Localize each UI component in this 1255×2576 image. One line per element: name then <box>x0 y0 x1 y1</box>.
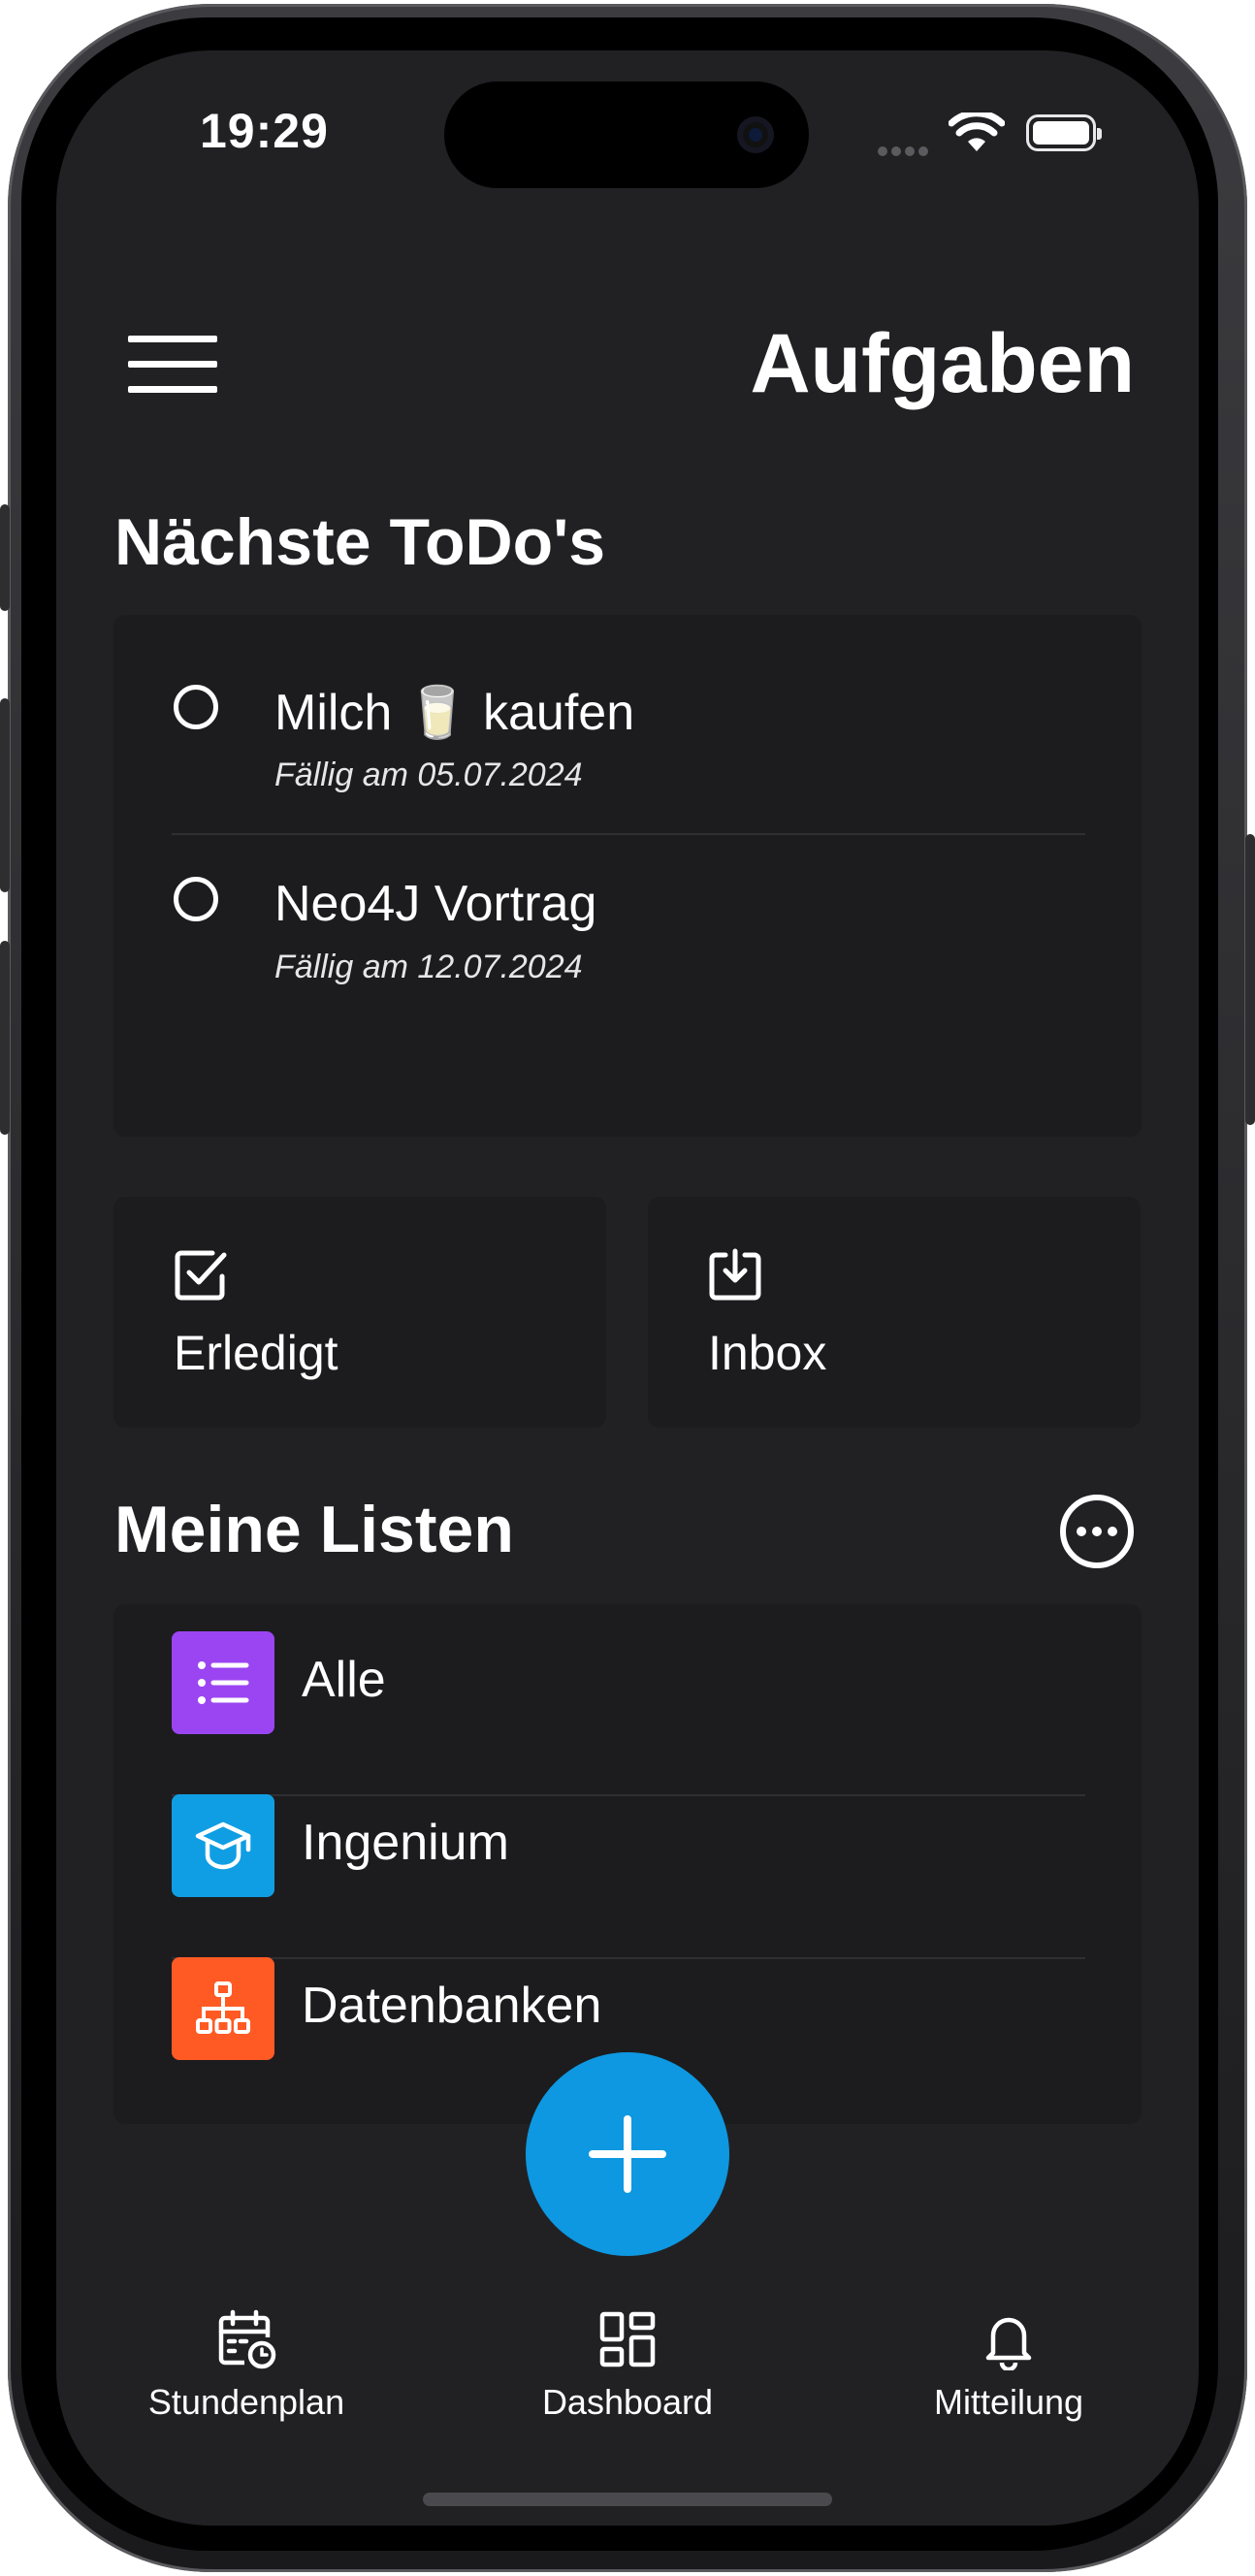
nav-stundenplan[interactable]: Stundenplan <box>120 2308 372 2434</box>
page-title: Aufgaben <box>750 317 1135 410</box>
volume-up-button <box>0 698 10 892</box>
checkbox-icon <box>175 1250 227 1301</box>
todo-checkbox[interactable] <box>174 877 218 921</box>
todo-item[interactable]: Milch 🥛 kaufen Fällig am 05.07.2024 <box>113 615 1142 834</box>
nav-label: Dashboard <box>541 2382 714 2422</box>
plus-icon <box>589 2115 666 2193</box>
wifi-icon <box>949 113 1005 151</box>
list-label: Ingenium <box>302 1815 509 1871</box>
todo-title: Neo4J Vortrag <box>274 876 597 932</box>
nav-label: Mitteilung <box>933 2382 1084 2422</box>
calendar-clock-icon <box>218 2309 276 2369</box>
volume-down-button <box>0 941 10 1135</box>
battery-icon <box>1026 114 1102 151</box>
status-time: 19:29 <box>200 104 329 158</box>
list-item-ingenium[interactable]: Ingenium <box>113 1767 1142 1930</box>
tile-erledigt[interactable]: Erledigt <box>113 1197 606 1428</box>
bell-icon <box>985 2317 1032 2370</box>
list-icon <box>172 1631 274 1734</box>
action-button <box>0 504 10 611</box>
graduation-cap-icon <box>172 1794 274 1897</box>
todo-checkbox[interactable] <box>174 685 218 729</box>
inbox-download-icon <box>709 1248 761 1301</box>
next-todos-card: Milch 🥛 kaufen Fällig am 05.07.2024 Neo4… <box>113 615 1142 1137</box>
todo-item[interactable]: Neo4J Vortrag Fällig am 12.07.2024 <box>113 834 1142 1028</box>
my-lists-card: Alle Ingenium Datenbanken <box>113 1604 1142 2124</box>
home-indicator <box>423 2493 832 2506</box>
next-todos-title: Nächste ToDo's <box>114 505 606 579</box>
my-lists-title: Meine Listen <box>114 1493 514 1566</box>
todo-due-date: Fällig am 12.07.2024 <box>274 949 583 985</box>
more-horizontal-circle-icon[interactable] <box>1059 1494 1135 1569</box>
power-button <box>1245 834 1255 1125</box>
list-label: Alle <box>302 1652 386 1708</box>
nav-dashboard[interactable]: Dashboard <box>501 2308 754 2434</box>
dynamic-island <box>444 81 809 188</box>
hamburger-menu-icon[interactable] <box>128 334 217 396</box>
hierarchy-icon <box>172 1957 274 2060</box>
todo-title: Milch 🥛 kaufen <box>274 685 635 741</box>
front-camera <box>737 116 774 153</box>
nav-label: Stundenplan <box>147 2382 345 2422</box>
cellular-signal-icon <box>878 144 934 156</box>
tile-label: Inbox <box>708 1326 827 1380</box>
tile-label: Erledigt <box>174 1326 338 1380</box>
todo-due-date: Fällig am 05.07.2024 <box>274 757 583 793</box>
add-button[interactable] <box>526 2052 729 2256</box>
tile-inbox[interactable]: Inbox <box>648 1197 1141 1428</box>
list-item-alle[interactable]: Alle <box>113 1604 1142 1767</box>
dashboard-grid-icon <box>599 2311 656 2367</box>
nav-mitteilung[interactable]: Mitteilung <box>883 2308 1135 2434</box>
list-label: Datenbanken <box>302 1978 602 2034</box>
